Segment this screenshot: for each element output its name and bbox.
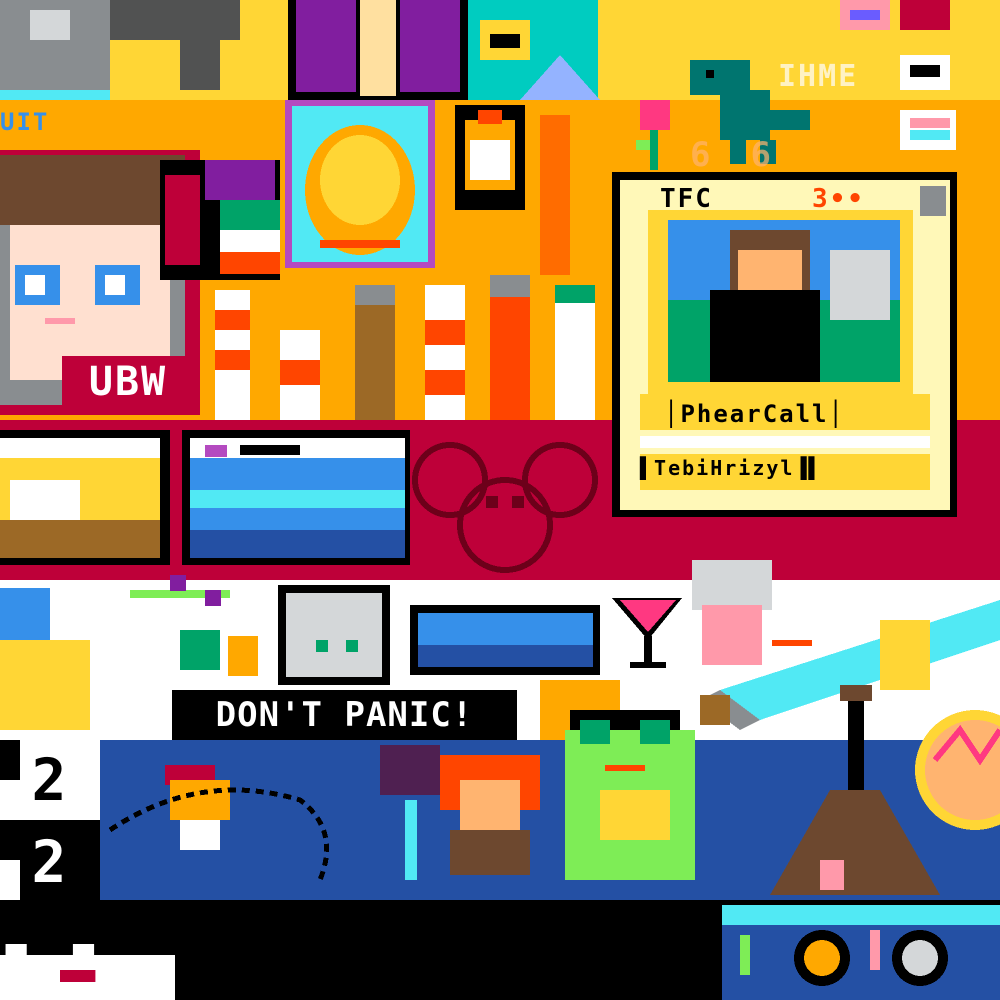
cat-face-icon xyxy=(278,585,390,685)
flags-block xyxy=(160,160,280,280)
dont-panic-text: DON'T PANIC! xyxy=(172,690,517,740)
elephant-icon xyxy=(0,0,250,100)
faded-word-text: IHME xyxy=(778,59,859,94)
number-top-text: 2 xyxy=(31,746,69,814)
number-bottom-text: 2 xyxy=(31,828,69,896)
ubw-text: UBW xyxy=(62,356,194,408)
panda-icon xyxy=(722,905,1000,1000)
card-name-text: │PhearCall│ xyxy=(664,400,845,428)
ocean-scene-icon xyxy=(182,430,410,565)
card-footer-text: ▌TebiHrizyl▐▌ xyxy=(640,456,823,480)
desert-scene-icon xyxy=(0,430,170,565)
penguin-icon xyxy=(455,105,525,210)
corner-text: ▀▄ ▀▄ xyxy=(6,945,119,985)
tfc-sub-text: 3•• xyxy=(812,184,865,214)
cat-portrait-icon xyxy=(285,100,435,268)
tfc-header-text: TFC xyxy=(660,184,713,214)
faded-numbers-text: 66 xyxy=(690,135,811,175)
teal-robot-icon xyxy=(468,0,600,100)
whale-icon xyxy=(410,605,600,675)
purple-figure-icon xyxy=(288,0,468,100)
top-tag-text: UIT xyxy=(0,108,50,136)
pixel-art-svg xyxy=(0,0,1000,1000)
pixel-art-canvas[interactable]: DON'T PANIC! UBW TFC 3•• │PhearCall│ ▌Te… xyxy=(0,0,1000,1000)
